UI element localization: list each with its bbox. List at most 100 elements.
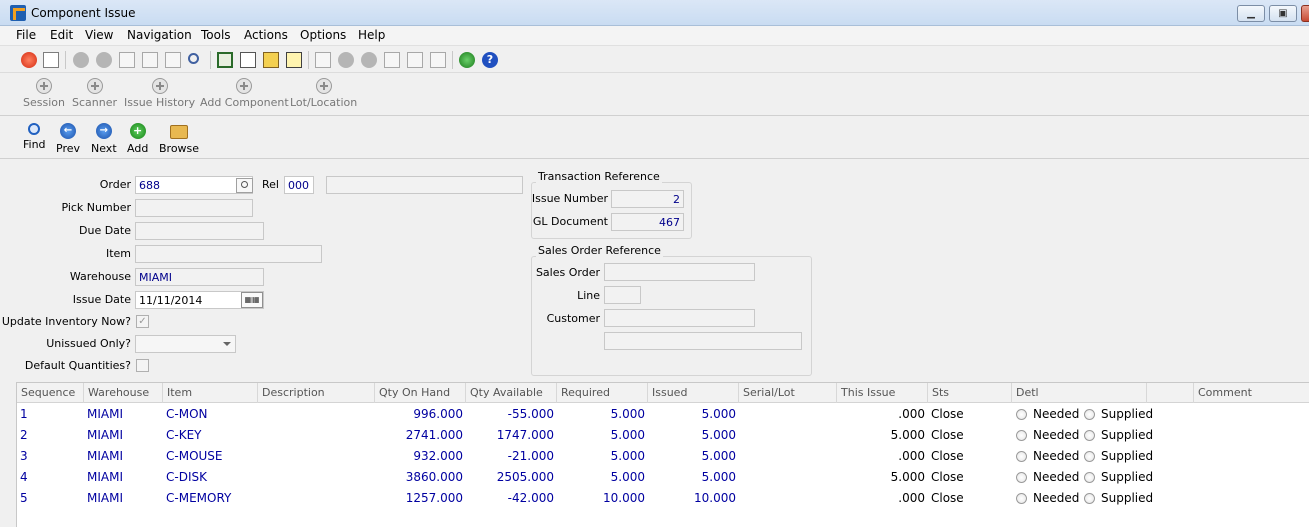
default-quantities-checkbox[interactable] xyxy=(136,359,149,372)
menu-options[interactable]: Options xyxy=(300,28,346,42)
cell-sequence[interactable]: 1 xyxy=(17,404,84,425)
cell-sts[interactable]: Close xyxy=(928,425,1012,446)
cell-sts[interactable]: Close xyxy=(928,488,1012,509)
col-description[interactable]: Description xyxy=(258,383,375,403)
cell-this-issue[interactable]: .000 xyxy=(837,404,928,425)
search-icon[interactable] xyxy=(188,53,199,64)
supplied-radio[interactable] xyxy=(1084,451,1095,462)
maximize-button[interactable]: ▣ xyxy=(1269,5,1297,22)
col-qty-on-hand[interactable]: Qty On Hand xyxy=(375,383,466,403)
cell-required[interactable]: 10.000 xyxy=(557,488,648,509)
col-blank[interactable] xyxy=(1147,383,1194,403)
supplied-radio[interactable] xyxy=(1084,472,1095,483)
col-sts[interactable]: Sts xyxy=(928,383,1012,403)
delete-icon[interactable] xyxy=(96,52,112,68)
col-this-issue[interactable]: This Issue xyxy=(837,383,928,403)
cell-warehouse[interactable]: MIAMI xyxy=(84,404,163,425)
col-serial-lot[interactable]: Serial/Lot xyxy=(739,383,837,403)
issue-history-button[interactable]: Issue History xyxy=(124,78,195,109)
table-row[interactable]: 1 MIAMI C-MON 996.000 -55.000 5.000 5.000.000 C… xyxy=(17,404,1309,425)
paste-icon[interactable] xyxy=(142,52,158,68)
cell-qty-on-hand[interactable]: 3860.000 xyxy=(375,467,466,488)
cell-description[interactable] xyxy=(258,488,375,509)
cell-item[interactable]: C-MEMORY xyxy=(163,488,258,509)
needed-radio[interactable] xyxy=(1016,451,1027,462)
cell-serial-lot[interactable] xyxy=(739,446,837,467)
report-icon[interactable] xyxy=(430,52,446,68)
supplied-radio[interactable] xyxy=(1084,409,1095,420)
session-button[interactable]: Session xyxy=(23,78,65,109)
cell-warehouse[interactable]: MIAMI xyxy=(84,467,163,488)
up-icon[interactable] xyxy=(361,52,377,68)
cell-this-issue[interactable]: .000 xyxy=(837,446,928,467)
cell-serial-lot[interactable] xyxy=(739,467,837,488)
order-lookup-icon[interactable] xyxy=(236,178,253,193)
menu-edit[interactable]: Edit xyxy=(50,28,73,42)
cell-serial-lot[interactable] xyxy=(739,425,837,446)
find-button[interactable]: Find xyxy=(23,123,46,151)
unissued-only-dropdown[interactable] xyxy=(135,335,236,353)
col-qty-available[interactable]: Qty Available xyxy=(466,383,557,403)
add-component-button[interactable]: Add Component xyxy=(200,78,289,109)
needed-radio[interactable] xyxy=(1016,472,1027,483)
cell-sts[interactable]: Close xyxy=(928,446,1012,467)
help-icon[interactable]: ? xyxy=(482,52,498,68)
cell-sts[interactable]: Close xyxy=(928,467,1012,488)
cell-qty-available[interactable]: -55.000 xyxy=(466,404,557,425)
rel-input[interactable]: 000 xyxy=(284,176,314,194)
table-row[interactable]: 5 MIAMI C-MEMORY 1257.000 -42.000 10.000 10.00… xyxy=(17,488,1309,509)
menu-file[interactable]: File xyxy=(16,28,36,42)
supplied-radio[interactable] xyxy=(1084,430,1095,441)
cell-issued[interactable]: 5.000 xyxy=(648,446,739,467)
table-row[interactable]: 3 MIAMI C-MOUSE 932.000 -21.000 5.000 5.000.00… xyxy=(17,446,1309,467)
cell-item[interactable]: C-MOUSE xyxy=(163,446,258,467)
calendar-note-icon[interactable] xyxy=(286,52,302,68)
col-required[interactable]: Required xyxy=(557,383,648,403)
cell-required[interactable]: 5.000 xyxy=(557,425,648,446)
cell-required[interactable]: 5.000 xyxy=(557,467,648,488)
needed-radio[interactable] xyxy=(1016,409,1027,420)
cell-qty-available[interactable]: -42.000 xyxy=(466,488,557,509)
cell-qty-on-hand[interactable]: 932.000 xyxy=(375,446,466,467)
cell-serial-lot[interactable] xyxy=(739,404,837,425)
cell-warehouse[interactable]: MIAMI xyxy=(84,488,163,509)
col-sequence[interactable]: Sequence xyxy=(17,383,84,403)
copy-icon[interactable] xyxy=(119,52,135,68)
cell-required[interactable]: 5.000 xyxy=(557,404,648,425)
cell-warehouse[interactable]: MIAMI xyxy=(84,425,163,446)
minimize-button[interactable]: ▁ xyxy=(1237,5,1265,22)
cell-description[interactable] xyxy=(258,467,375,488)
cell-this-issue[interactable]: 5.000 xyxy=(837,425,928,446)
menu-view[interactable]: View xyxy=(85,28,113,42)
save-check-icon[interactable] xyxy=(73,52,89,68)
needed-radio[interactable] xyxy=(1016,493,1027,504)
cell-item[interactable]: C-DISK xyxy=(163,467,258,488)
cell-qty-available[interactable]: 1747.000 xyxy=(466,425,557,446)
exit-icon[interactable] xyxy=(21,52,37,68)
col-issued[interactable]: Issued xyxy=(648,383,739,403)
browse-button[interactable]: Browse xyxy=(159,123,199,155)
menu-tools[interactable]: Tools xyxy=(201,28,231,42)
add-button[interactable]: + Add xyxy=(127,123,148,155)
import-icon[interactable] xyxy=(407,52,423,68)
next-button[interactable]: → Next xyxy=(91,123,117,155)
clipboard-icon[interactable] xyxy=(217,52,233,68)
lock-icon[interactable] xyxy=(263,52,279,68)
select-all-icon[interactable] xyxy=(165,52,181,68)
col-item[interactable]: Item xyxy=(163,383,258,403)
cell-qty-on-hand[interactable]: 2741.000 xyxy=(375,425,466,446)
cell-this-issue[interactable]: .000 xyxy=(837,488,928,509)
cell-warehouse[interactable]: MIAMI xyxy=(84,446,163,467)
cell-description[interactable] xyxy=(258,446,375,467)
menu-navigation[interactable]: Navigation xyxy=(127,28,192,42)
col-detl[interactable]: Detl xyxy=(1012,383,1147,403)
cell-required[interactable]: 5.000 xyxy=(557,446,648,467)
export-icon[interactable] xyxy=(384,52,400,68)
first-record-icon[interactable] xyxy=(315,52,331,68)
lot-location-button[interactable]: Lot/Location xyxy=(290,78,357,109)
update-inventory-checkbox[interactable]: ✓ xyxy=(136,315,149,328)
prev-button[interactable]: ← Prev xyxy=(56,123,80,155)
menu-actions[interactable]: Actions xyxy=(244,28,288,42)
col-warehouse[interactable]: Warehouse xyxy=(84,383,163,403)
table-row[interactable]: 4 MIAMI C-DISK 3860.000 2505.000 5.000 5.000 5.… xyxy=(17,467,1309,488)
